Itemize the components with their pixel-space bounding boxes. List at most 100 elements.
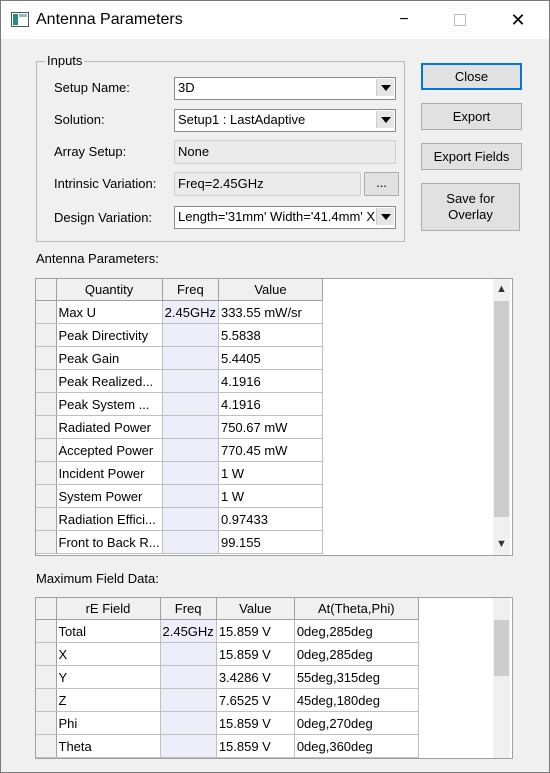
freq-cell[interactable] [162, 438, 219, 462]
freq-cell[interactable] [162, 392, 219, 416]
freq-cell[interactable] [162, 530, 219, 554]
quantity-cell[interactable]: Accepted Power [56, 438, 163, 462]
chevron-down-icon[interactable] [376, 208, 394, 225]
value-cell[interactable]: 99.155 [218, 530, 323, 554]
at-cell[interactable]: 45deg,180deg [294, 688, 419, 712]
table-row[interactable]: Radiated Power 750.67 mW [36, 415, 323, 439]
field-cell[interactable]: Phi [56, 711, 161, 735]
table-row[interactable]: Y 3.4286 V 55deg,315deg [36, 665, 419, 689]
row-header[interactable] [36, 530, 57, 554]
maximize-button[interactable] [437, 1, 483, 39]
row-header[interactable] [36, 415, 57, 439]
table-row[interactable]: Max U 2.45GHz 333.55 mW/sr [36, 300, 323, 324]
table-row[interactable]: Radiation Effici... 0.97433 [36, 507, 323, 531]
quantity-cell[interactable]: System Power [56, 484, 163, 508]
value-cell[interactable]: 5.5838 [218, 323, 323, 347]
freq-cell[interactable]: 2.45GHz [162, 300, 219, 324]
row-header[interactable] [36, 665, 57, 689]
freq-header[interactable]: Freq [162, 279, 219, 301]
row-header[interactable] [36, 392, 57, 416]
chevron-down-icon[interactable] [376, 79, 394, 96]
quantity-cell[interactable]: Radiated Power [56, 415, 163, 439]
value-header[interactable]: Value [218, 279, 323, 301]
row-header[interactable] [36, 642, 57, 666]
value-cell[interactable]: 750.67 mW [218, 415, 323, 439]
table-row[interactable]: Incident Power 1 W [36, 461, 323, 485]
value-cell[interactable]: 3.4286 V [216, 665, 295, 689]
table-row[interactable]: System Power 1 W [36, 484, 323, 508]
value-cell[interactable]: 1 W [218, 461, 323, 485]
table-row[interactable]: Peak Realized... 4.1916 [36, 369, 323, 393]
table-row[interactable]: Total 2.45GHz 15.859 V 0deg,285deg [36, 619, 419, 643]
row-header[interactable] [36, 461, 57, 485]
field-cell[interactable]: Z [56, 688, 161, 712]
table-row[interactable]: Peak System ... 4.1916 [36, 392, 323, 416]
quantity-cell[interactable]: Max U [56, 300, 163, 324]
freq-cell[interactable] [160, 642, 217, 666]
table-row[interactable]: Front to Back R... 99.155 [36, 530, 323, 554]
table-row[interactable]: X 15.859 V 0deg,285deg [36, 642, 419, 666]
quantity-cell[interactable]: Peak Gain [56, 346, 163, 370]
field-cell[interactable]: Theta [56, 734, 161, 758]
antenna-parameters-scrollbar[interactable]: ▲ ▼ [493, 279, 510, 555]
corner-cell[interactable] [36, 598, 57, 620]
maximum-field-data-scrollbar[interactable] [493, 598, 510, 758]
design-variation-dropdown[interactable]: Length='31mm' Width='41.4mm' X [174, 206, 396, 229]
at-cell[interactable]: 0deg,285deg [294, 619, 419, 643]
at-theta-phi-header[interactable]: At(Theta,Phi) [294, 598, 419, 620]
value-cell[interactable]: 15.859 V [216, 642, 295, 666]
table-row[interactable]: Peak Gain 5.4405 [36, 346, 323, 370]
field-cell[interactable]: Total [56, 619, 161, 643]
quantity-cell[interactable]: Radiation Effici... [56, 507, 163, 531]
value-cell[interactable]: 333.55 mW/sr [218, 300, 323, 324]
value-cell[interactable]: 770.45 mW [218, 438, 323, 462]
chevron-down-icon[interactable] [376, 111, 394, 128]
freq-cell[interactable] [162, 369, 219, 393]
quantity-header[interactable]: Quantity [56, 279, 163, 301]
table-row[interactable]: Peak Directivity 5.5838 [36, 323, 323, 347]
freq-cell[interactable] [162, 484, 219, 508]
row-header[interactable] [36, 484, 57, 508]
freq-cell[interactable] [160, 688, 217, 712]
corner-cell[interactable] [36, 279, 57, 301]
save-for-overlay-button[interactable]: Save for Overlay [421, 183, 520, 231]
freq-cell[interactable] [162, 323, 219, 347]
row-header[interactable] [36, 438, 57, 462]
freq-cell[interactable] [160, 734, 217, 758]
freq-cell[interactable] [162, 415, 219, 439]
re-field-header[interactable]: rE Field [56, 598, 161, 620]
export-fields-button[interactable]: Export Fields [421, 143, 522, 170]
freq-cell[interactable] [162, 507, 219, 531]
row-header[interactable] [36, 346, 57, 370]
value-cell[interactable]: 15.859 V [216, 619, 295, 643]
value-cell[interactable]: 4.1916 [218, 369, 323, 393]
value-cell[interactable]: 4.1916 [218, 392, 323, 416]
value-cell[interactable]: 15.859 V [216, 734, 295, 758]
freq-cell[interactable]: 2.45GHz [160, 619, 217, 643]
at-cell[interactable]: 0deg,285deg [294, 642, 419, 666]
at-cell[interactable]: 55deg,315deg [294, 665, 419, 689]
value-cell[interactable]: 1 W [218, 484, 323, 508]
export-button[interactable]: Export [421, 103, 522, 130]
minimize-button[interactable]: − [381, 1, 427, 39]
table-row[interactable]: Theta 15.859 V 0deg,360deg [36, 734, 419, 758]
quantity-cell[interactable]: Front to Back R... [56, 530, 163, 554]
value-cell[interactable]: 7.6525 V [216, 688, 295, 712]
quantity-cell[interactable]: Peak Realized... [56, 369, 163, 393]
value-cell[interactable]: 15.859 V [216, 711, 295, 735]
freq-cell[interactable] [160, 711, 217, 735]
row-header[interactable] [36, 688, 57, 712]
scroll-thumb[interactable] [494, 301, 509, 517]
field-cell[interactable]: Y [56, 665, 161, 689]
table-row[interactable]: Phi 15.859 V 0deg,270deg [36, 711, 419, 735]
intrinsic-variation-browse-button[interactable]: ... [364, 172, 399, 196]
at-cell[interactable]: 0deg,360deg [294, 734, 419, 758]
value-header[interactable]: Value [216, 598, 295, 620]
table-row[interactable]: Z 7.6525 V 45deg,180deg [36, 688, 419, 712]
row-header[interactable] [36, 323, 57, 347]
row-header[interactable] [36, 300, 57, 324]
freq-cell[interactable] [162, 346, 219, 370]
solution-dropdown[interactable]: Setup1 : LastAdaptive [174, 109, 396, 132]
value-cell[interactable]: 0.97433 [218, 507, 323, 531]
close-window-button[interactable]: ✕ [495, 1, 541, 39]
